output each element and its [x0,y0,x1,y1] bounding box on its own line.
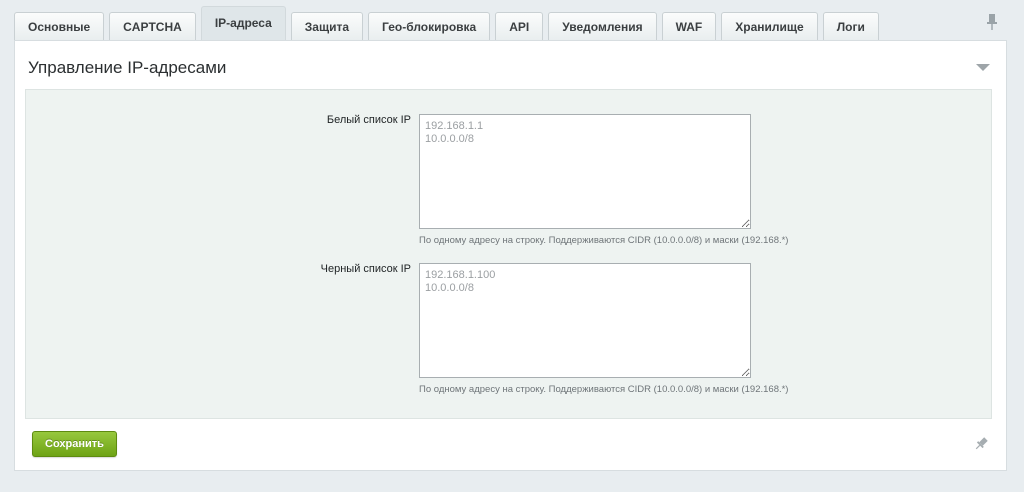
tab-ip-addresses[interactable]: IP-адреса [200,6,286,40]
ip-form: Белый список IP По одному адресу на стро… [25,89,992,419]
settings-panel: Управление IP-адресами Белый список IP П… [14,40,1007,471]
tab-storage[interactable]: Хранилище [721,12,818,40]
tab-waf[interactable]: WAF [661,12,717,40]
panel-title: Управление IP-адресами [28,58,227,77]
tab-logs[interactable]: Логи [822,12,879,40]
tab-protection[interactable]: Защита [290,12,364,40]
tab-main[interactable]: Основные [14,12,105,40]
save-button[interactable]: Сохранить [32,431,117,457]
blacklist-hint: По одному адресу на строку. Поддерживают… [419,384,789,395]
pin-icon[interactable] [974,436,988,452]
whitelist-hint: По одному адресу на строку. Поддерживают… [419,235,789,246]
tab-api[interactable]: API [495,12,544,40]
pin-icon[interactable] [985,13,999,31]
tab-geo-blocking[interactable]: Гео-блокировка [368,12,491,40]
whitelist-textarea[interactable] [419,114,751,229]
whitelist-label: Белый список IP [326,114,411,126]
tab-captcha[interactable]: CAPTCHA [109,12,196,40]
pin-icon-glyph [975,437,988,450]
blacklist-textarea[interactable] [419,263,751,378]
pin-icon-glyph [987,14,997,30]
tab-bar: Основные CAPTCHA IP-адреса Защита Гео-бл… [14,6,884,40]
tab-notifications[interactable]: Уведомления [548,12,657,40]
blacklist-label: Черный список IP [320,263,411,275]
chevron-down-icon[interactable] [976,64,990,71]
